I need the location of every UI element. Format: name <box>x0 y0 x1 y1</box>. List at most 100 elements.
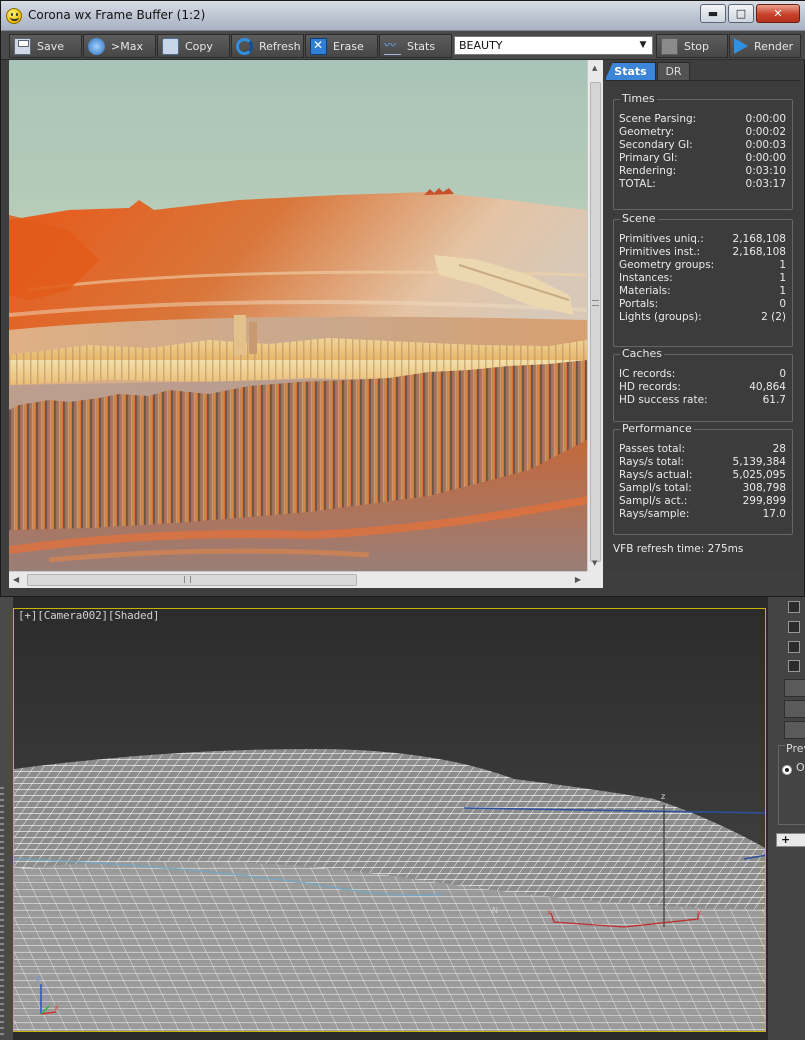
erase-button[interactable]: Erase <box>305 34 378 58</box>
stat-row: Rendering: 0:03:10 <box>619 165 786 178</box>
stat-value: 61.7 <box>762 394 786 406</box>
max-label: >Max <box>111 39 143 53</box>
scroll-right-arrow-icon[interactable]: ▶ <box>575 575 581 584</box>
stat-label: Primitives inst.: <box>619 246 701 258</box>
stat-label: IC records: <box>619 368 676 380</box>
scroll-left-arrow-icon[interactable]: ◀ <box>13 575 19 584</box>
edge-ticks <box>0 787 4 1037</box>
stat-value: 0 <box>779 368 786 380</box>
close-icon: ✕ <box>773 7 783 20</box>
gizmo-n-label: N <box>492 906 498 915</box>
stat-row: Primary GI: 0:00:00 <box>619 152 786 165</box>
stat-label: Secondary GI: <box>619 139 693 151</box>
save-button[interactable]: Save <box>9 34 82 58</box>
viewport-label[interactable]: [+][Camera002][Shaded] <box>18 609 159 622</box>
play-icon <box>734 38 748 54</box>
camera-viewport[interactable]: [+][Camera002][Shaded] z N x x x z <box>13 608 766 1032</box>
refresh-button[interactable]: Refresh <box>231 34 304 58</box>
option-checkbox[interactable] <box>788 641 800 653</box>
stat-value: 299,899 <box>742 495 786 507</box>
stat-label: Lights (groups): <box>619 311 702 323</box>
stat-row: Passes total: 28 <box>619 443 786 456</box>
chevron-down-icon: ▼ <box>639 40 647 50</box>
render-button[interactable]: Render <box>729 34 801 58</box>
grip-icon <box>592 300 599 306</box>
group-title: Scene <box>620 212 658 225</box>
toolbar: Save >Max Copy Refresh Erase Stats BEAUT… <box>1 31 805 60</box>
horizontal-scroll-thumb[interactable] <box>27 574 357 586</box>
stat-value: 1 <box>779 272 786 284</box>
render-label: Render <box>754 39 794 53</box>
stat-row: TOTAL: 0:03:17 <box>619 178 786 191</box>
save-label: Save <box>37 39 65 53</box>
stat-value: 0 <box>779 298 786 310</box>
stat-row: Secondary GI: 0:00:03 <box>619 139 786 152</box>
render-pass-dropdown[interactable]: BEAUTY ▼ <box>454 36 653 55</box>
axis-z-label: z <box>36 974 41 983</box>
stop-button[interactable]: Stop <box>656 34 728 58</box>
refresh-label: Refresh <box>259 39 301 53</box>
command-panel: Prev O + <box>767 597 805 1040</box>
stat-label: Rays/s total: <box>619 456 685 468</box>
stat-row: Instances: 1 <box>619 272 786 285</box>
send-to-max-button[interactable]: >Max <box>83 34 156 58</box>
horizontal-scrollbar[interactable]: ◀ ▶ <box>9 571 587 588</box>
close-button[interactable]: ✕ <box>756 4 800 23</box>
panel-button[interactable] <box>784 700 805 718</box>
stat-label: HD success rate: <box>619 394 708 406</box>
stat-label: Scene Parsing: <box>619 113 697 125</box>
option-checkbox[interactable] <box>788 621 800 633</box>
stat-label: HD records: <box>619 381 681 393</box>
stat-row: Sampl/s act.: 299,899 <box>619 495 786 508</box>
vertical-scrollbar[interactable]: ▲ ▼ <box>587 60 603 571</box>
preview-radio-label: O <box>796 761 805 774</box>
refresh-icon <box>236 37 253 55</box>
stat-row: HD success rate: 61.7 <box>619 394 786 407</box>
panel-button[interactable] <box>784 721 805 739</box>
rendered-image[interactable] <box>9 60 587 571</box>
stat-value: 0:03:10 <box>745 165 786 177</box>
stat-label: Rays/s actual: <box>619 469 693 481</box>
stat-row: Rays/s total: 5,139,384 <box>619 456 786 469</box>
stat-value: 308,798 <box>742 482 786 494</box>
scroll-up-arrow-icon[interactable]: ▲ <box>592 64 597 72</box>
grip-icon <box>184 576 191 583</box>
stat-value: 0:00:02 <box>745 126 786 138</box>
maximize-button[interactable]: □ <box>728 4 754 23</box>
stat-value: 0:00:00 <box>745 113 786 125</box>
vertical-scroll-thumb[interactable] <box>590 82 601 562</box>
maximize-icon: □ <box>735 7 747 20</box>
stat-label: TOTAL: <box>619 178 656 190</box>
stat-row: Geometry groups: 1 <box>619 259 786 272</box>
stat-value: 5,139,384 <box>732 456 786 468</box>
render-pass-value: BEAUTY <box>459 39 503 52</box>
stat-row: Rays/sample: 17.0 <box>619 508 786 521</box>
option-checkbox[interactable] <box>788 601 800 613</box>
stat-label: Primary GI: <box>619 152 678 164</box>
option-checkbox[interactable] <box>788 660 800 672</box>
minimize-button[interactable]: ▬ <box>700 4 726 23</box>
preview-radio[interactable] <box>782 765 792 775</box>
stat-label: Rendering: <box>619 165 677 177</box>
stat-label: Sampl/s total: <box>619 482 692 494</box>
group-title: Caches <box>620 347 664 360</box>
group-title: Performance <box>620 422 694 435</box>
tab-stats[interactable]: Stats <box>605 62 656 80</box>
stat-row: Scene Parsing: 0:00:00 <box>619 113 786 126</box>
panel-button[interactable] <box>784 679 805 697</box>
copy-button[interactable]: Copy <box>157 34 230 58</box>
stat-row: Sampl/s total: 308,798 <box>619 482 786 495</box>
caches-group: Caches IC records: 0 HD records: 40,864 HD s… <box>613 347 793 422</box>
stat-row: Primitives uniq.: 2,168,108 <box>619 233 786 246</box>
title-bar[interactable]: Corona wx Frame Buffer (1:2) ▬ □ ✕ <box>1 1 805 31</box>
stat-label: Geometry groups: <box>619 259 715 271</box>
stat-label: Passes total: <box>619 443 686 455</box>
preview-group <box>778 745 805 825</box>
stats-label: Stats <box>407 39 436 53</box>
stat-row: IC records: 0 <box>619 368 786 381</box>
tab-dr[interactable]: DR <box>657 62 690 80</box>
rollout-plus-button[interactable]: + <box>776 833 805 847</box>
scroll-down-arrow-icon[interactable]: ▼ <box>592 559 597 567</box>
stats-button[interactable]: Stats <box>379 34 452 58</box>
stat-value: 17.0 <box>762 508 786 520</box>
